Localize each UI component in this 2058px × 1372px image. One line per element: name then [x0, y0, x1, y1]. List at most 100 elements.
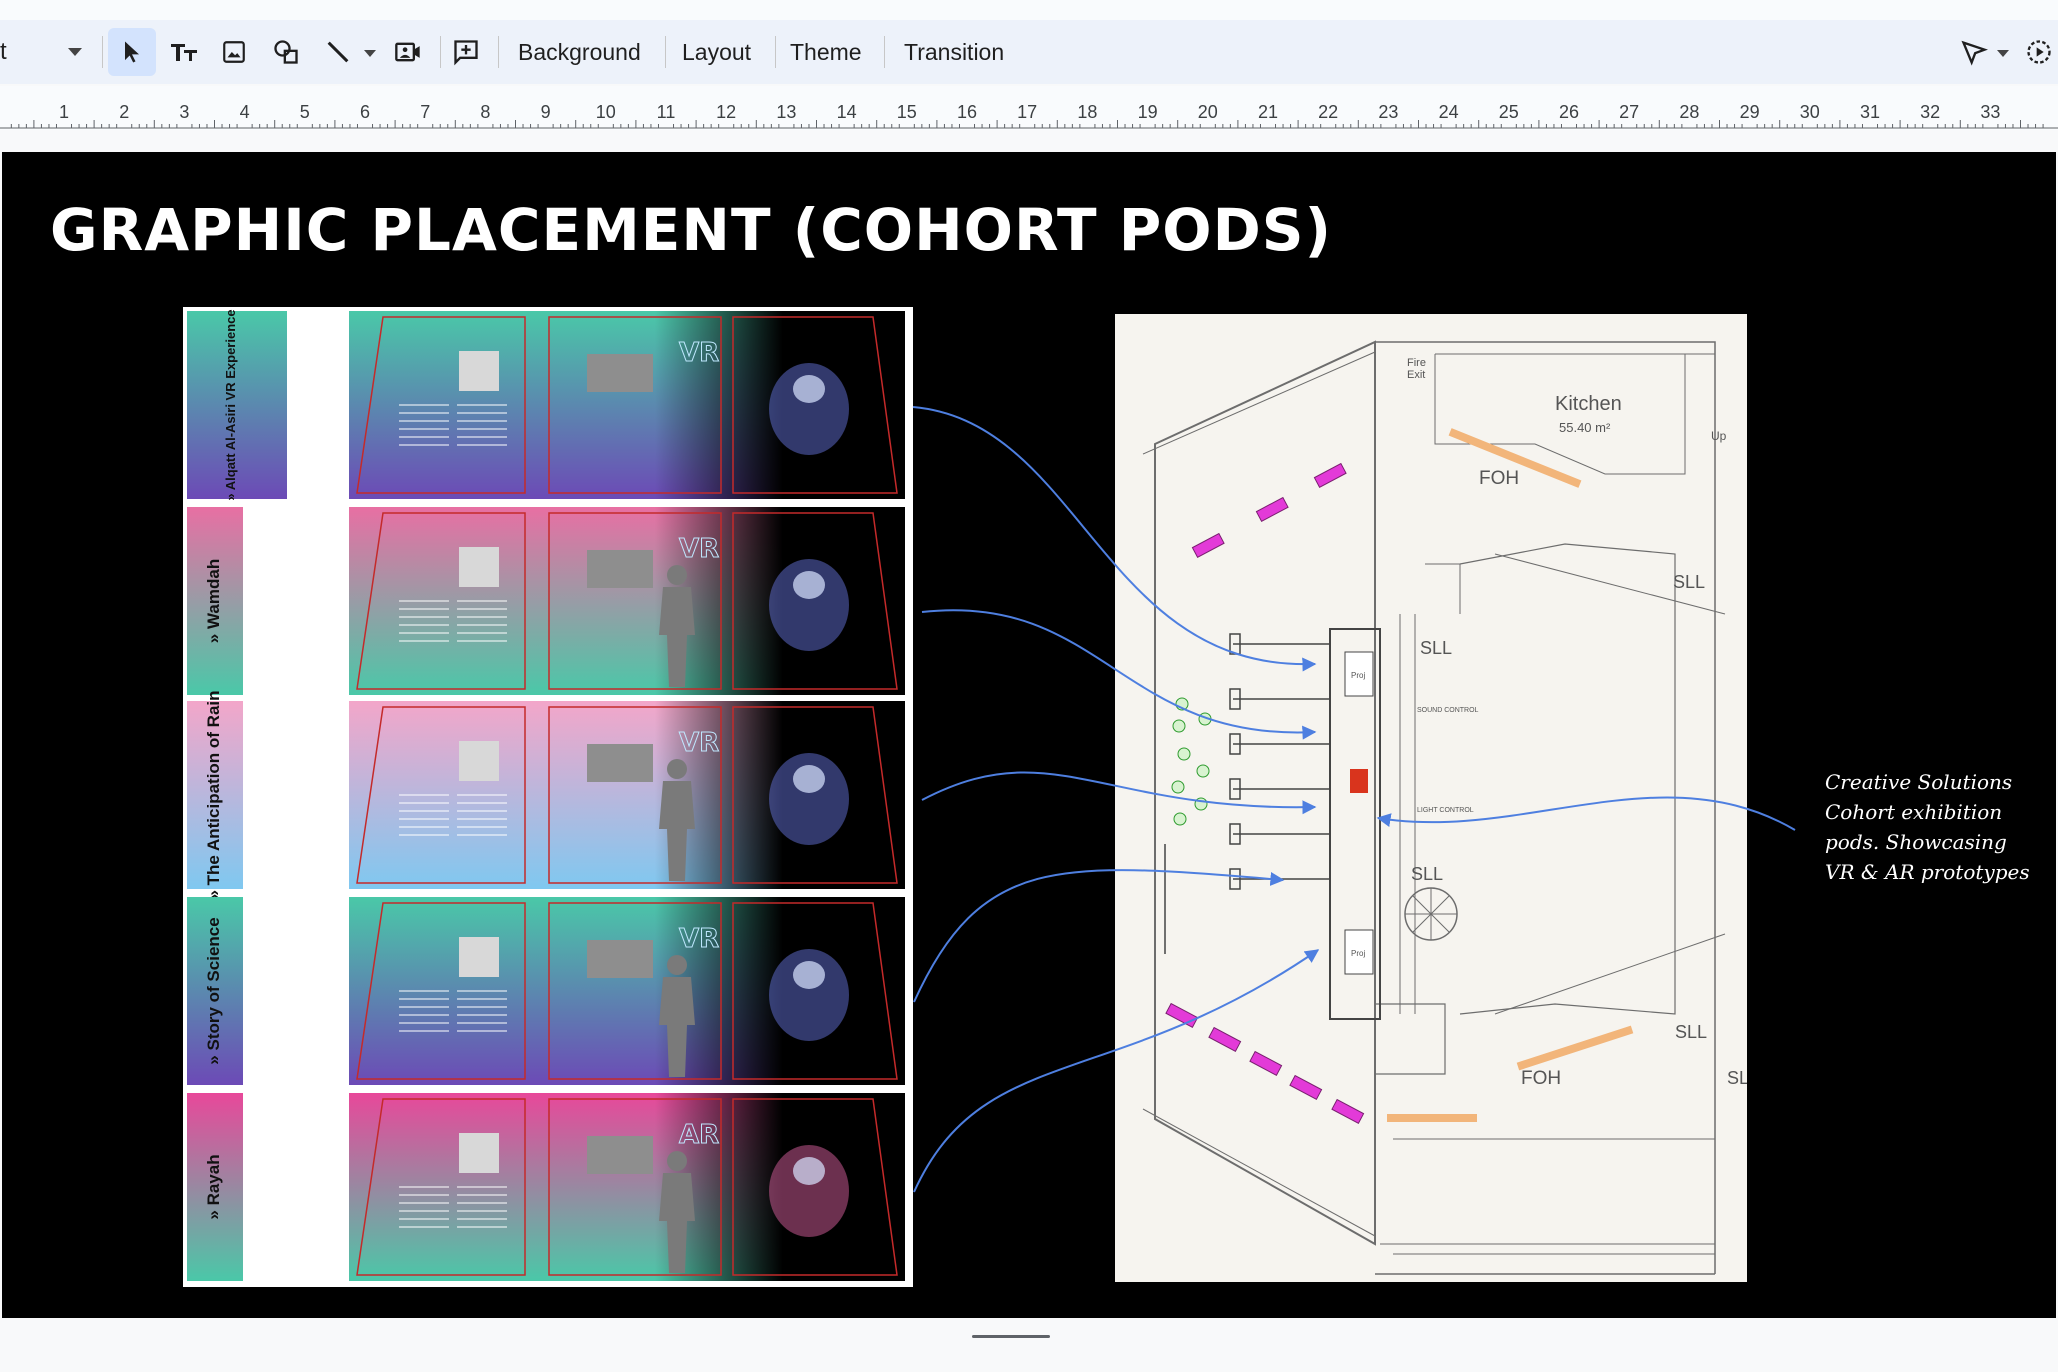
- ruler-number: 2: [119, 102, 129, 122]
- line-tool-button[interactable]: [314, 28, 362, 76]
- vr-badge: VR: [679, 728, 719, 758]
- horizontal-ruler[interactable]: 1 2 3 4 5 6 7 8 9 10 11 12 13 14 15 16 17 18 19 20 21 22 23 24 2…: [0, 86, 2058, 130]
- text-line: [457, 600, 507, 602]
- plan-label-light-control: LIGHT CONTROL: [1417, 807, 1474, 814]
- pointer-options-chevron-icon[interactable]: [1997, 50, 2009, 57]
- ruler-number: 5: [300, 102, 310, 122]
- ruler-number: 10: [596, 102, 616, 122]
- slide-title[interactable]: GRAPHIC PLACEMENT (COHORT PODS): [50, 196, 1332, 264]
- add-comment-button[interactable]: [442, 28, 490, 76]
- pod-label: » The Anticipation of Rain: [204, 690, 223, 899]
- zoom-select[interactable]: t: [0, 20, 95, 84]
- ruler-number: 7: [420, 102, 430, 122]
- text-line: [457, 826, 507, 828]
- ruler-number: 32: [1920, 102, 1940, 122]
- slide-canvas[interactable]: GRAPHIC PLACEMENT (COHORT PODS) » Alqatt…: [2, 152, 2056, 1318]
- text-line: [457, 1006, 507, 1008]
- text-line: [457, 444, 507, 446]
- text-line: [399, 632, 449, 634]
- filmstrip-drag-handle[interactable]: [972, 1335, 1050, 1338]
- screen-marker: [1331, 1098, 1365, 1125]
- text-line: [457, 632, 507, 634]
- text-line: [399, 404, 449, 406]
- seat-marker: [1172, 719, 1186, 733]
- ruler-number: 14: [837, 102, 857, 122]
- plan-wall: [1375, 1003, 1446, 1075]
- ruler-number: 33: [1980, 102, 2000, 122]
- plan-label-sll: SLL: [1727, 1068, 1747, 1088]
- add-comment-icon: [454, 40, 478, 66]
- ruler-number: 31: [1860, 102, 1880, 122]
- visitor-silhouette: [667, 955, 687, 975]
- plan-label-proj: Proj: [1351, 949, 1365, 958]
- annotation-note[interactable]: Creative Solutions Cohort exhibition pod…: [1825, 767, 2035, 887]
- seat-marker: [1196, 764, 1210, 778]
- pointer-select-icon: [1961, 40, 1988, 66]
- line-options-chevron-icon[interactable]: [364, 50, 376, 57]
- text-line: [399, 616, 449, 618]
- text-line: [457, 834, 507, 836]
- chevron-down-icon: [68, 48, 82, 56]
- seat-marker: [1194, 797, 1208, 811]
- seat-marker: [1177, 747, 1191, 761]
- seat-marker: [1173, 812, 1187, 826]
- pod-label: » Wamdah: [204, 559, 223, 643]
- text-box-icon: [171, 44, 197, 61]
- plan-label-fire-exit: Exit: [1407, 369, 1425, 381]
- text-line: [399, 600, 449, 602]
- text-line: [399, 1022, 449, 1024]
- pod-label: » Alqatt Al-Asiri VR Experience: [223, 309, 238, 500]
- plan-wall: [1142, 351, 1376, 455]
- shape-tool-button[interactable]: [262, 28, 310, 76]
- theme-button[interactable]: Theme: [782, 28, 870, 76]
- text-line: [399, 998, 449, 1000]
- visitor-silhouette: [667, 1151, 687, 1171]
- photo-placeholder: [459, 741, 499, 781]
- line-icon: [327, 41, 349, 63]
- ruler-number: 28: [1679, 102, 1699, 122]
- text-line: [457, 1014, 507, 1016]
- screen-placeholder: [587, 744, 653, 782]
- ruler-number: 29: [1740, 102, 1760, 122]
- text-line: [457, 1030, 507, 1032]
- select-tool-button[interactable]: [108, 28, 156, 76]
- screen-marker: [1165, 1002, 1199, 1029]
- screen-marker: [1289, 1074, 1323, 1101]
- text-box-button[interactable]: [160, 28, 208, 76]
- floor-plan[interactable]: Kitchen 55.40 m² Fire Exit Up FOH FOH SLL SLL SLL…: [1115, 314, 1747, 1282]
- text-line: [457, 616, 507, 618]
- toolbar-divider: [884, 36, 885, 68]
- plan-label-proj: Proj: [1351, 671, 1365, 680]
- plan-label-sll: SLL: [1675, 1022, 1707, 1042]
- present-button[interactable]: [2020, 28, 2058, 76]
- background-button[interactable]: Background: [510, 28, 649, 76]
- ruler-number: 12: [716, 102, 736, 122]
- text-line: [399, 1210, 449, 1212]
- layout-button[interactable]: Layout: [674, 28, 759, 76]
- vr-badge: VR: [679, 534, 719, 564]
- plan-label-sound-control: SOUND CONTROL: [1417, 707, 1479, 714]
- text-line: [457, 1186, 507, 1188]
- pointer-select-button[interactable]: [1952, 28, 1996, 76]
- video-insert-button[interactable]: [384, 28, 432, 76]
- text-line: [457, 1218, 507, 1220]
- plan-label-sll: SLL: [1673, 572, 1705, 592]
- vr-user-image: [793, 375, 825, 403]
- text-line: [399, 1006, 449, 1008]
- transition-button[interactable]: Transition: [896, 28, 1012, 76]
- seat-marker: [1175, 697, 1189, 711]
- image-insert-button[interactable]: [210, 28, 258, 76]
- ruler-number: 1: [59, 102, 69, 122]
- ruler-number: 13: [776, 102, 796, 122]
- pods-graphic[interactable]: » Alqatt Al-Asiri VR Experience VR » Wamda…: [183, 307, 913, 1287]
- menu-bar: [0, 0, 2058, 20]
- text-line: [457, 1210, 507, 1212]
- plan-label-foh: FOH: [1521, 1068, 1561, 1089]
- plan-label-sll: SLL: [1420, 638, 1452, 658]
- text-line: [457, 1022, 507, 1024]
- ruler-number: 27: [1619, 102, 1639, 122]
- photo-placeholder: [459, 547, 499, 587]
- ruler-number: 6: [360, 102, 370, 122]
- screen-marker: [1208, 1026, 1242, 1053]
- screen-marker: [1191, 532, 1225, 559]
